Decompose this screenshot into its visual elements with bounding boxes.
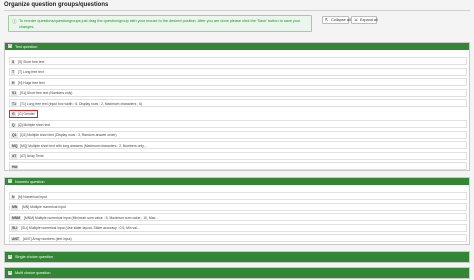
- info-alert: ⓘ To reorder questions/questiongroups ju…: [8, 15, 312, 32]
- info-icon: ⓘ: [12, 19, 17, 24]
- question-text: [MN] Multiple numerical input: [22, 205, 66, 209]
- question-code: H: [11, 80, 16, 85]
- question-text: [ANT] Array numbers (text input): [23, 236, 72, 241]
- question-row[interactable]: T1 [T1] Long free text (Input box width :…: [9, 99, 467, 107]
- question-code: MN: [11, 205, 19, 210]
- question-row[interactable]: S1 [S1] Short free text (Numbers only): [9, 88, 467, 97]
- question-group-text[interactable]: + Text question S [S] Short free text T [T…: [4, 42, 470, 171]
- info-text-line-2: changes.: [19, 24, 35, 29]
- question-code: AT: [11, 154, 18, 159]
- expand-group-icon[interactable]: +: [8, 179, 12, 183]
- question-code: N: [11, 194, 16, 199]
- question-code: MNM: [11, 215, 22, 220]
- question-text: [G] Gender: [18, 112, 35, 116]
- collapse-all-button[interactable]: ⇱ Collapse all: [322, 16, 351, 24]
- group-title: Single choice question: [15, 255, 53, 259]
- question-row[interactable]: N [N] Numerical input: [9, 192, 467, 200]
- question-row[interactable]: MN [MN] Multiple numerical input: [9, 202, 467, 211]
- question-code: Q: [11, 122, 16, 127]
- question-code: Hid: [11, 164, 19, 169]
- question-text: [T] Long free text: [18, 70, 44, 74]
- question-row[interactable]: H [H] Huge free text: [9, 78, 467, 86]
- question-text: [SLI] Multiple numerical input (Use slid…: [21, 226, 140, 230]
- question-text: [S] Short free text: [18, 59, 45, 64]
- question-group-numeric[interactable]: + Numeric question N [N] Numerical input …: [4, 177, 470, 245]
- expand-all-button[interactable]: ⇲ Expand all: [351, 16, 378, 24]
- question-code: S1: [11, 91, 18, 96]
- question-code: T: [11, 70, 16, 75]
- group-header[interactable]: + Multi choice question: [5, 268, 469, 278]
- group-title: Multi choice question: [15, 271, 51, 275]
- question-row[interactable]: AT [AT] Array Texts: [9, 151, 467, 160]
- page-title: Organize question groups/questions: [4, 2, 109, 8]
- group-title: Text question: [15, 44, 38, 49]
- question-row[interactable]: T [T] Long free text: [9, 67, 467, 76]
- collapse-all-label: Collapse all: [331, 18, 351, 22]
- group-header[interactable]: + Text question: [5, 43, 469, 50]
- question-text: [Q] Multiple short text: [18, 122, 51, 127]
- question-text: [S1] Short free text (Numbers only): [20, 91, 73, 95]
- question-code: S: [11, 59, 16, 64]
- question-row[interactable]: MNM [MNM] Multiple numerical input (Minim…: [9, 213, 467, 221]
- question-text: [T1] Long free text (Input box width : 6…: [20, 101, 143, 106]
- question-text: [Q1] Multiple short text (Display rows :…: [20, 133, 117, 137]
- expand-all-label: Expand all: [360, 18, 378, 22]
- question-code: ANT: [11, 236, 20, 241]
- question-row[interactable]: Q1 [Q1] Multiple short text (Display rows…: [9, 130, 467, 139]
- expand-group-icon[interactable]: +: [8, 270, 12, 275]
- question-code: T1: [11, 101, 17, 106]
- question-code: MQ: [11, 143, 19, 148]
- question-row[interactable]: Q [Q] Multiple short text: [9, 120, 467, 128]
- info-text-line-1: To reorder questions/questiongroups just…: [19, 19, 301, 23]
- question-text: [AT] Array Texts: [20, 154, 44, 158]
- group-title: Numeric question: [15, 179, 45, 184]
- question-row[interactable]: S [S] Short free text: [9, 57, 467, 65]
- question-text: [MQ] Multiple short text with long answe…: [20, 143, 148, 148]
- question-text: [H] Huge free text: [18, 80, 45, 85]
- group-header[interactable]: + Single choice question: [5, 252, 469, 262]
- question-row-selected[interactable]: G [G] Gender: [9, 109, 38, 118]
- expand-icon: ⇲: [354, 17, 358, 22]
- question-code: G: [11, 112, 16, 117]
- question-group-multi-choice[interactable]: + Multi choice question: [4, 267, 470, 279]
- question-row[interactable]: MQ [MQ] Multiple short text with long ans…: [9, 141, 467, 149]
- question-group-single-choice[interactable]: + Single choice question: [4, 251, 470, 263]
- question-text: [N] Numerical input: [18, 194, 47, 199]
- group-header[interactable]: + Numeric question: [5, 178, 469, 185]
- question-row[interactable]: ANT [ANT] Array numbers (text input): [9, 234, 467, 242]
- question-row[interactable]: Hid: [9, 162, 467, 170]
- question-row[interactable]: SLI [SLI] Multiple numerical input (Use s…: [9, 223, 467, 232]
- title-divider: [4, 10, 470, 11]
- question-code: SLI: [11, 226, 19, 231]
- expand-group-icon[interactable]: +: [8, 44, 12, 48]
- expand-group-icon[interactable]: +: [8, 254, 12, 259]
- collapse-icon: ⇱: [325, 17, 329, 22]
- question-text: [MNM] Multiple numerical input (Minimum …: [24, 215, 159, 220]
- question-code: Q1: [11, 133, 18, 138]
